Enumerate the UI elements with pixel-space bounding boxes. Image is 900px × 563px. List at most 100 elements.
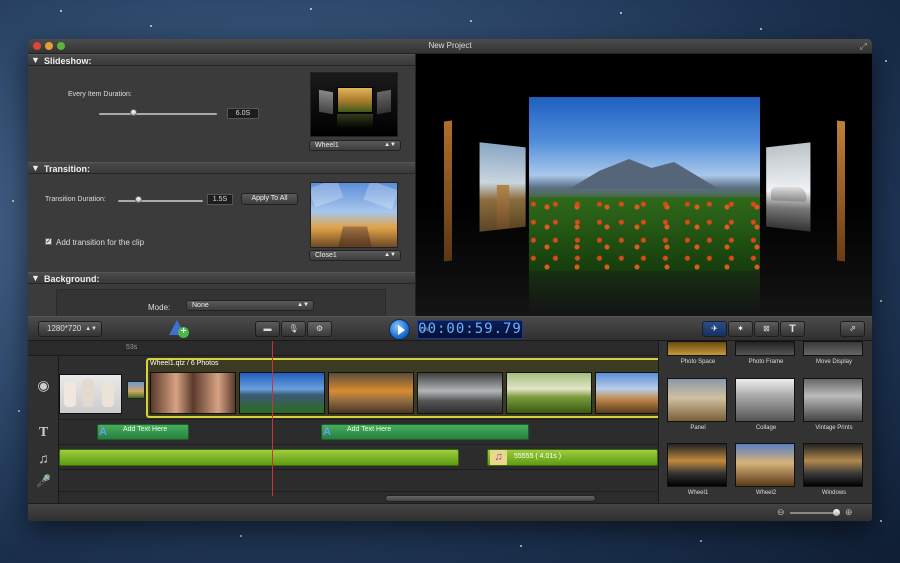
library-item-label: Move Display — [815, 359, 852, 365]
effects-library: Photo Space Photo Frame Move Display Pan… — [658, 341, 872, 503]
title-clip[interactable]: A Add Text Here — [97, 424, 189, 440]
photo-group-label: Wheel1.qtz / 6 Photos — [150, 360, 219, 367]
resolution-select[interactable]: 1280*720 ▲▼ — [38, 321, 102, 337]
preview-left-photo — [479, 142, 526, 232]
library-item[interactable]: Photo Frame — [735, 341, 797, 365]
background-mode-select[interactable]: None ▲▼ — [186, 300, 314, 311]
library-item-label: Photo Space — [680, 359, 716, 365]
audio-clip[interactable]: ♫ 55555 ( 4.01s ) — [487, 449, 658, 466]
timecode-value: 00:00:59.79 — [418, 321, 522, 337]
transition-style-thumbnail[interactable] — [310, 182, 398, 248]
library-item[interactable]: Move Display — [803, 341, 865, 365]
photo-clip[interactable] — [506, 372, 592, 414]
ruler-mark-label: 53s — [126, 344, 138, 351]
gear-icon[interactable]: ⚙ — [307, 321, 332, 337]
add-transition-label: Add transition for the clip — [56, 238, 145, 247]
audio-clip-label: 55555 ( 4.01s ) — [514, 453, 562, 460]
transition-duration-slider-knob[interactable] — [135, 196, 142, 203]
timeline: 53s ◉ T ♫ 🎤 Wheel1.qtz / 6 Photos A Add … — [28, 341, 660, 503]
item-duration-label: Every Item Duration: — [68, 91, 132, 98]
voice-track[interactable] — [59, 470, 658, 492]
fullscreen-icon[interactable]: ⤢ — [860, 41, 867, 52]
title-bar: New Project ⤢ — [28, 39, 872, 54]
transition-section-header[interactable]: ▼ Transition: — [28, 162, 415, 174]
library-item-label: Vintage Prints — [815, 425, 853, 431]
add-media-icon[interactable]: + — [169, 320, 189, 339]
chevron-updown-icon: ▲▼ — [297, 302, 309, 308]
video-preview[interactable] — [415, 54, 872, 316]
photo-clip[interactable] — [239, 372, 325, 414]
app-window: New Project ⤢ ▼ Slideshow: Every Item Du… — [28, 39, 872, 521]
slideshow-section-header[interactable]: ▼ Slideshow: — [28, 54, 415, 66]
library-item-label: Collage — [755, 425, 777, 431]
transition-style-value: Close1 — [315, 252, 337, 259]
transition-style-select[interactable]: Close1 ▲▼ — [309, 250, 401, 261]
zoom-out-icon[interactable]: ⊖ — [777, 507, 785, 518]
photo-clip[interactable] — [417, 372, 503, 414]
background-header-label: Background: — [44, 274, 100, 284]
library-item-label: Panel — [690, 425, 706, 431]
timecode-tag: TIME — [420, 327, 430, 332]
sparkle-icon[interactable]: ✶ — [728, 321, 753, 337]
microphone-icon[interactable]: 🎙 — [281, 321, 306, 337]
item-duration-value[interactable]: 6.0S — [227, 108, 259, 119]
timecode-display: TIME 00:00:59.79 — [417, 320, 523, 339]
library-item[interactable]: Vintage Prints — [803, 378, 865, 431]
add-transition-checkbox[interactable]: ✓ — [45, 238, 52, 245]
transition-duration-value[interactable]: 1.5S — [207, 194, 233, 205]
library-item[interactable]: Photo Space — [667, 341, 729, 365]
time-ruler[interactable]: 53s — [28, 341, 658, 356]
preview-main-photo — [529, 97, 760, 271]
library-item[interactable]: Wheel1 — [667, 443, 729, 496]
film-icon: ◉ — [37, 377, 50, 393]
item-duration-slider-knob[interactable] — [130, 109, 137, 116]
photo-clip[interactable] — [150, 372, 236, 414]
library-item[interactable]: Windows — [803, 443, 865, 496]
library-item-label: Windows — [821, 490, 847, 496]
status-bar: ⊖ ⊕ — [28, 503, 872, 521]
photo-clip[interactable] — [595, 372, 660, 414]
zoom-slider-knob[interactable] — [833, 509, 840, 516]
transition-clip-marker[interactable] — [127, 381, 145, 399]
library-item[interactable]: Collage — [735, 378, 797, 431]
title-clip[interactable]: A Add Text Here — [321, 424, 529, 440]
item-duration-slider[interactable] — [99, 113, 217, 115]
chevron-updown-icon: ▲▼ — [384, 142, 396, 148]
chevron-updown-icon: ▲▼ — [384, 252, 396, 258]
library-item-label: Wheel2 — [755, 490, 777, 496]
photo-group-clip[interactable]: Wheel1.qtz / 6 Photos — [146, 358, 660, 418]
transition-duration-slider[interactable] — [118, 200, 203, 202]
transition-header-label: Transition: — [44, 164, 91, 174]
music-note-icon: ♫ — [490, 450, 507, 465]
video-clip[interactable] — [59, 374, 122, 414]
settings-wand-icon[interactable]: ✈ — [702, 321, 727, 337]
text-icon: T — [38, 425, 49, 440]
library-item-label: Photo Frame — [748, 359, 784, 365]
slideshow-style-thumbnail[interactable] — [310, 72, 398, 137]
microphone-icon: 🎤 — [36, 474, 51, 488]
timeline-scrollbar[interactable] — [385, 495, 596, 502]
title-clip-label: Add Text Here — [347, 426, 392, 433]
transition-icon[interactable]: ⊠ — [754, 321, 779, 337]
main-toolbar: 1280*720 ▲▼ + ▬ 🎙 ⚙ TIME 00:00:59.79 ✈ ✶… — [28, 316, 872, 341]
text-icon[interactable]: T — [780, 321, 805, 337]
resolution-value: 1280*720 — [47, 324, 82, 333]
background-music-clip[interactable] — [59, 449, 459, 466]
apply-to-all-button[interactable]: Apply To All — [241, 193, 298, 205]
preview-right-photo — [766, 142, 811, 232]
triangle-down-icon: ▼ — [31, 55, 40, 65]
camera-icon[interactable]: ▬ — [255, 321, 280, 337]
chevron-updown-icon: ▲▼ — [85, 326, 97, 332]
transition-duration-label: Transition Duration: — [45, 196, 106, 203]
zoom-in-icon[interactable]: ⊕ — [845, 507, 853, 518]
mode-label: Mode: — [148, 303, 171, 312]
library-item[interactable]: Panel — [667, 378, 729, 431]
background-section-header[interactable]: ▼ Background: — [28, 272, 415, 284]
share-icon[interactable]: ⇗ — [840, 321, 865, 337]
background-mode-value: None — [192, 302, 209, 309]
slideshow-style-select[interactable]: Wheel1 ▲▼ — [309, 140, 401, 151]
play-icon[interactable] — [389, 319, 410, 340]
library-item[interactable]: Wheel2 — [735, 443, 797, 496]
photo-clip[interactable] — [328, 372, 414, 414]
playhead[interactable] — [272, 341, 273, 496]
